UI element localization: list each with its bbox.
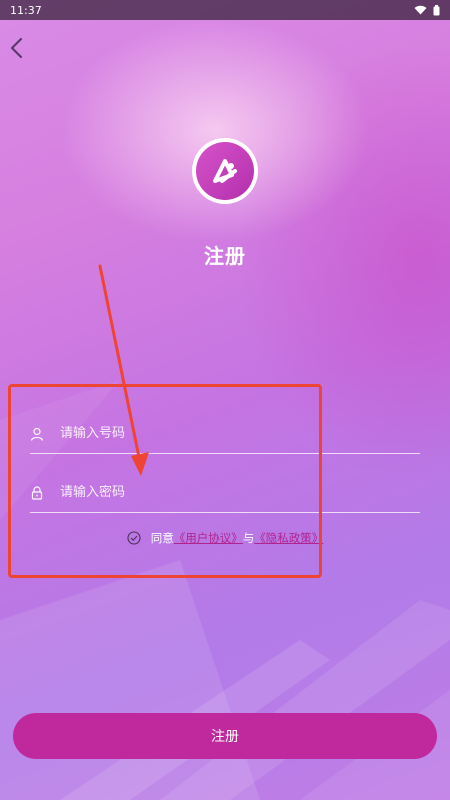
annotation-arrow xyxy=(98,264,149,476)
register-button[interactable]: 注册 xyxy=(13,713,437,759)
